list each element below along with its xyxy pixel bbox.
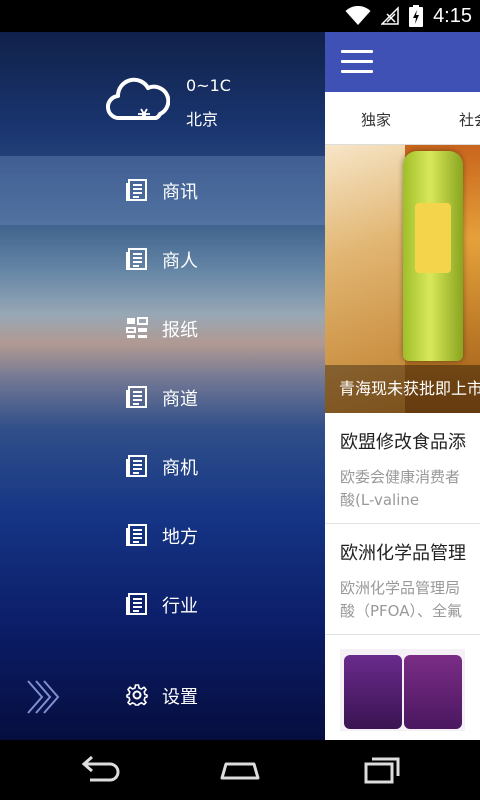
article-item[interactable]: 欧盟修改食品添 欧委会健康消费者 酸(L-valine <box>325 413 480 524</box>
newspaper-icon <box>126 386 147 408</box>
drawer-item-label: 商讯 <box>162 182 198 203</box>
app-bar <box>325 32 480 92</box>
battery-charging-icon <box>409 5 424 27</box>
hero-image-bottle <box>403 151 463 361</box>
snow-cloud-icon <box>106 77 170 121</box>
clock: 4:15 <box>433 4 472 27</box>
drawer-item-local[interactable]: 地方 <box>0 501 325 570</box>
tab-bar: 独家 社会 <box>325 92 480 145</box>
tab-exclusive[interactable]: 独家 <box>361 109 391 130</box>
drawer-item-label: 商人 <box>162 251 198 272</box>
weather-temperature: 0~1C <box>186 76 231 95</box>
no-signal-icon <box>381 6 399 25</box>
drawer-item-label: 行业 <box>162 596 198 617</box>
article-title: 欧洲化学品管理 <box>340 543 466 564</box>
newspaper-icon <box>126 179 147 201</box>
article-item[interactable]: 欧洲化学品管理 欧洲化学品管理局 酸（PFOA）、全氟 <box>325 524 480 635</box>
newspaper-icon <box>126 524 147 546</box>
article-summary-line: 欧委会健康消费者 <box>340 468 461 486</box>
drawer-item-industry[interactable]: 行业 <box>0 570 325 639</box>
drawer-item-label: 商机 <box>162 458 198 479</box>
drawer-item-business-people[interactable]: 商人 <box>0 225 325 294</box>
drawer-item-label: 报纸 <box>162 320 198 341</box>
system-nav-bar <box>0 740 480 800</box>
weather-city: 北京 <box>186 110 219 129</box>
drawer-item-business-opportunity[interactable]: 商机 <box>0 432 325 501</box>
drawer-item-label: 商道 <box>162 389 198 410</box>
drawer-item-business-news[interactable]: 商讯 <box>0 156 325 225</box>
recent-apps-icon[interactable] <box>356 754 404 786</box>
article-summary: 欧委会健康消费者 酸(L-valine <box>340 466 480 512</box>
article-summary-line: 酸（PFOA）、全氟 <box>340 602 462 620</box>
newspaper-icon <box>126 593 147 615</box>
menu-icon[interactable] <box>341 50 373 74</box>
drawer-item-newspaper[interactable]: 报纸 <box>0 294 325 363</box>
back-icon[interactable] <box>76 754 124 786</box>
home-icon[interactable] <box>216 754 264 786</box>
drawer-menu: 商讯 商人 报纸 商道 商机 地方 行业 <box>0 156 325 639</box>
article-title: 欧盟修改食品添 <box>340 432 466 453</box>
gear-icon <box>126 684 148 706</box>
article-thumbnail <box>340 649 465 731</box>
drawer-item-business-way[interactable]: 商道 <box>0 363 325 432</box>
grid-icon <box>126 317 148 338</box>
article-summary: 欧洲化学品管理局 酸（PFOA）、全氟 <box>340 577 480 623</box>
article-summary-line: 酸(L-valine <box>340 491 420 509</box>
hero-banner[interactable]: 青海现未获批即上市 <box>325 145 480 413</box>
settings-button[interactable]: 设置 <box>0 660 325 730</box>
news-content: 独家 社会 青海现未获批即上市 欧盟修改食品添 欧委会健康消费者 酸(L-val… <box>325 32 480 740</box>
hero-caption: 青海现未获批即上市 <box>325 365 480 413</box>
tab-society[interactable]: 社会 <box>459 109 480 130</box>
navigation-drawer: 0~1C 北京 商讯 商人 报纸 商道 商机 地方 行业 设置 <box>0 32 325 740</box>
wifi-icon <box>345 6 371 25</box>
drawer-item-label: 地方 <box>162 527 198 548</box>
article-summary-line: 欧洲化学品管理局 <box>340 579 461 597</box>
article-item-with-image[interactable] <box>325 635 480 731</box>
settings-label: 设置 <box>162 687 198 708</box>
newspaper-icon <box>126 248 147 270</box>
status-bar: 4:15 <box>0 0 480 32</box>
newspaper-icon <box>126 455 147 477</box>
weather-widget[interactable]: 0~1C 北京 <box>0 32 325 156</box>
